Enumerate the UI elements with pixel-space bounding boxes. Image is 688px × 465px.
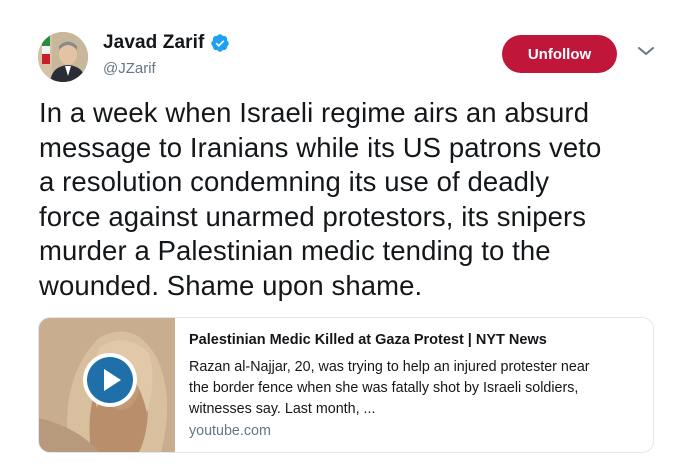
author-handle[interactable]: @JZarif — [103, 60, 156, 77]
card-title: Palestinian Medic Killed at Gaza Protest… — [189, 332, 547, 348]
card-thumbnail[interactable] — [39, 318, 175, 452]
chevron-down-icon[interactable] — [636, 44, 656, 58]
play-icon[interactable] — [82, 352, 138, 408]
card-description: Razan al-Najjar, 20, was trying to help … — [189, 359, 590, 417]
author-display-name[interactable]: Javad Zarif — [103, 32, 204, 54]
tweet-text: In a week when Israeli regime airs an ab… — [39, 97, 602, 301]
card-domain: youtube.com — [189, 423, 271, 439]
avatar[interactable] — [38, 32, 88, 82]
author-name-row: Javad Zarif — [103, 32, 230, 54]
tweet: Javad Zarif @JZarif Unfollow In a week w… — [0, 0, 688, 465]
verified-badge-icon — [210, 33, 230, 53]
avatar-image — [38, 32, 88, 82]
link-preview-card[interactable]: Palestinian Medic Killed at Gaza Protest… — [38, 317, 654, 453]
unfollow-button[interactable]: Unfollow — [502, 35, 617, 73]
